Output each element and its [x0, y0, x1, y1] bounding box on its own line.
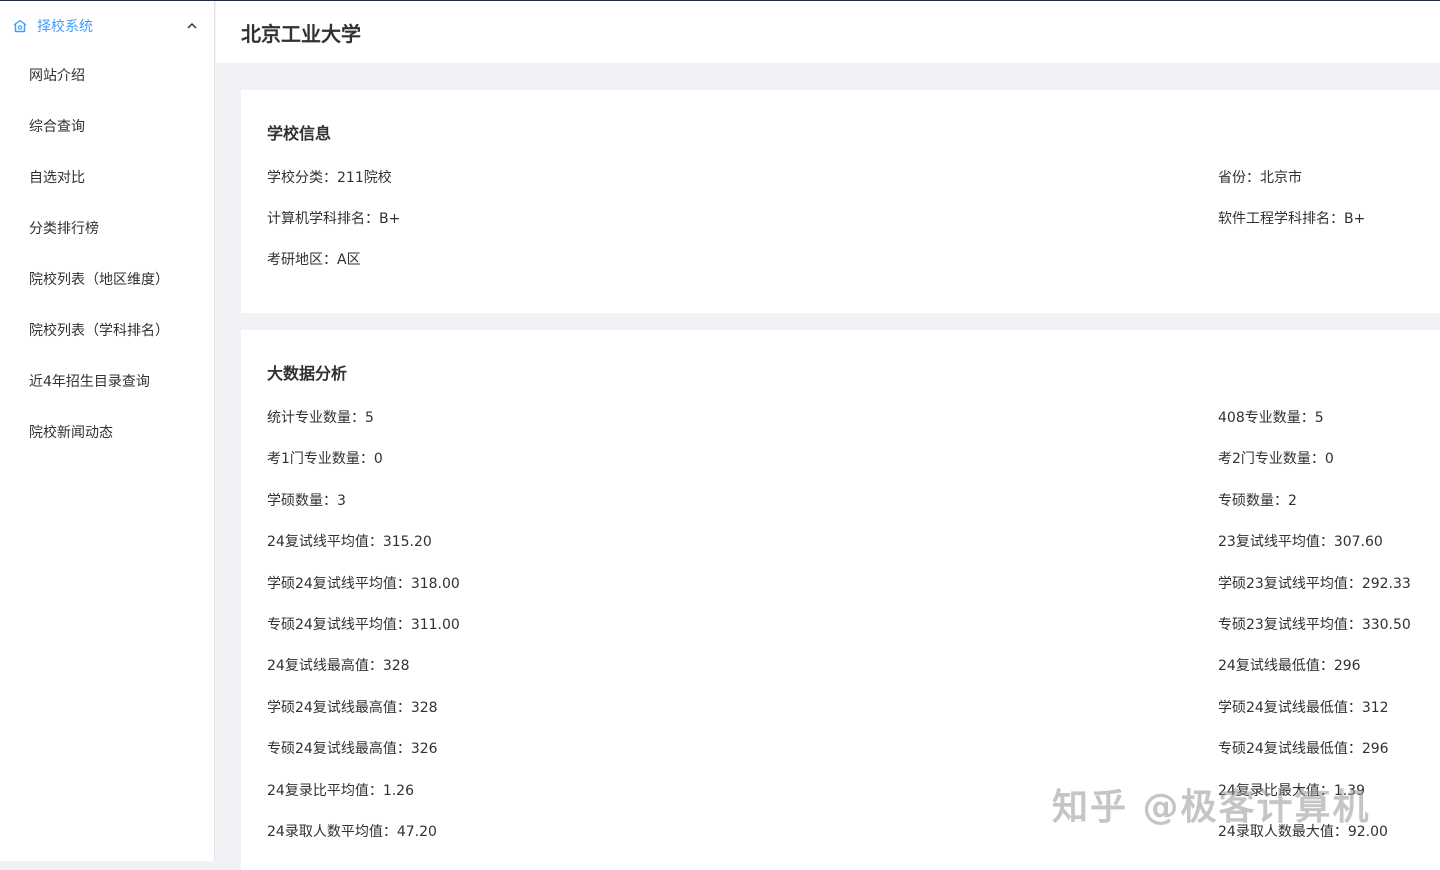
home-icon — [12, 18, 28, 34]
analysis-stat-left: 专硕24复试线最高值：326 — [267, 741, 438, 758]
analysis-row: 专硕24复试线平均值：311.00 专硕23复试线平均值：330.50 — [241, 614, 1440, 634]
analysis-row: 统计专业数量：5 408专业数量：5 — [241, 407, 1440, 427]
analysis-stat-right: 学硕24复试线最低值：312 — [1218, 699, 1389, 716]
analysis-stat-right: 24复试线最低值：296 — [1218, 658, 1361, 675]
analysis-stat-left: 24录取人数平均值：47.20 — [267, 824, 437, 840]
main-content: 北京工业大学 学校信息 学校分类：211院校 省份：北京市 计算机学科排名：B+… — [216, 1, 1440, 870]
analysis-row: 学硕数量：3 专硕数量：2 — [241, 490, 1440, 510]
analysis-row: 24复试线平均值：315.20 23复试线平均值：307.60 — [241, 531, 1440, 551]
sidebar-item-enrollment-catalog[interactable]: 近4年招生目录查询 — [0, 357, 214, 408]
info-exam-region: 考研地区：A区 — [267, 252, 361, 268]
info-row: 计算机学科排名：B+ 软件工程学科排名：B+ — [241, 208, 1440, 228]
info-row: 考研地区：A区 — [241, 249, 1440, 269]
sidebar-item-general-query[interactable]: 综合查询 — [0, 102, 214, 153]
analysis-stat-left: 学硕数量：3 — [267, 492, 346, 509]
info-school-category: 学校分类：211院校 — [267, 170, 392, 186]
analysis-stat-left: 学硕24复试线最高值：328 — [267, 699, 438, 716]
analysis-stat-right: 专硕23复试线平均值：330.50 — [1218, 617, 1411, 633]
watermark: 知乎 @极客计算机 — [1052, 787, 1371, 828]
sidebar-item-site-intro[interactable]: 网站介绍 — [0, 51, 214, 102]
analysis-row: 专硕24复试线最高值：326 专硕24复试线最低值：296 — [241, 738, 1440, 758]
sidebar-item-category-ranking[interactable]: 分类排行榜 — [0, 204, 214, 255]
analysis-stat-left: 24复试线平均值：315.20 — [267, 534, 432, 551]
sidebar: 择校系统 网站介绍 综合查询 自选对比 分类排行榜 院校列表（地区维度） 院校列… — [0, 1, 215, 861]
analysis-row: 24复试线最高值：328 24复试线最低值：296 — [241, 655, 1440, 675]
analysis-stat-left: 24复录比平均值：1.26 — [267, 782, 414, 799]
page-title: 北京工业大学 — [241, 21, 361, 46]
analysis-row: 学硕24复试线最高值：328 学硕24复试线最低值：312 — [241, 697, 1440, 717]
analysis-stat-left: 考1门专业数量：0 — [267, 451, 383, 468]
school-info-heading: 学校信息 — [267, 124, 332, 143]
sidebar-item-custom-compare[interactable]: 自选对比 — [0, 153, 214, 204]
analysis-row: 考1门专业数量：0 考2门专业数量：0 — [241, 448, 1440, 468]
info-se-ranking: 软件工程学科排名：B+ — [1218, 211, 1366, 227]
analysis-stat-left: 统计专业数量：5 — [267, 410, 374, 426]
analysis-stat-right: 23复试线平均值：307.60 — [1218, 534, 1383, 551]
analysis-row: 学硕24复试线平均值：318.00 学硕23复试线平均值：292.33 — [241, 573, 1440, 593]
info-cs-ranking: 计算机学科排名：B+ — [267, 211, 401, 227]
analysis-stat-right: 学硕23复试线平均值：292.33 — [1218, 575, 1411, 592]
analysis-stat-left: 24复试线最高值：328 — [267, 658, 410, 675]
analysis-stat-right: 专硕数量：2 — [1218, 492, 1297, 509]
menu-title: 择校系统 — [37, 19, 93, 35]
menu-header-school-selection[interactable]: 择校系统 — [0, 1, 214, 51]
analysis-stat-right: 专硕24复试线最低值：296 — [1218, 741, 1389, 758]
analysis-stat-right: 考2门专业数量：0 — [1218, 451, 1334, 468]
sidebar-item-school-list-discipline[interactable]: 院校列表（学科排名） — [0, 306, 214, 357]
analysis-stat-left: 专硕24复试线平均值：311.00 — [267, 617, 460, 633]
info-row: 学校分类：211院校 省份：北京市 — [241, 167, 1440, 187]
chevron-up-icon[interactable] — [186, 20, 198, 32]
school-info-card: 学校信息 学校分类：211院校 省份：北京市 计算机学科排名：B+ 软件工程学科… — [241, 90, 1440, 313]
analysis-heading: 大数据分析 — [267, 364, 348, 383]
analysis-stat-right: 408专业数量：5 — [1218, 410, 1324, 426]
sidebar-item-school-list-region[interactable]: 院校列表（地区维度） — [0, 255, 214, 306]
analysis-stat-left: 学硕24复试线平均值：318.00 — [267, 575, 460, 592]
page-header: 北京工业大学 — [216, 1, 1440, 63]
sidebar-item-school-news[interactable]: 院校新闻动态 — [0, 408, 214, 459]
info-province: 省份：北京市 — [1218, 170, 1302, 186]
